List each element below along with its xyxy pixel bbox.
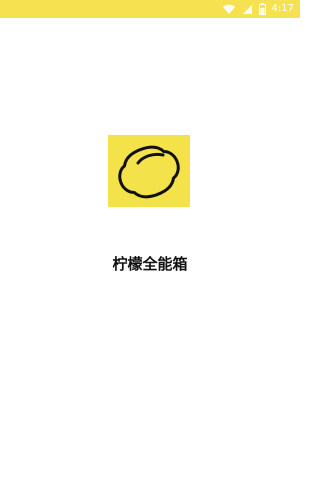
app-name: 柠檬全能箱 <box>112 255 188 273</box>
signal-icon <box>242 4 252 14</box>
wifi-icon <box>222 4 235 14</box>
battery-icon <box>258 3 266 15</box>
status-time: 4:17 <box>271 3 294 14</box>
lemon-icon <box>118 145 180 199</box>
status-bar: 4:17 <box>0 0 300 18</box>
status-icons: 4:17 <box>222 3 294 15</box>
app-icon <box>108 135 190 207</box>
